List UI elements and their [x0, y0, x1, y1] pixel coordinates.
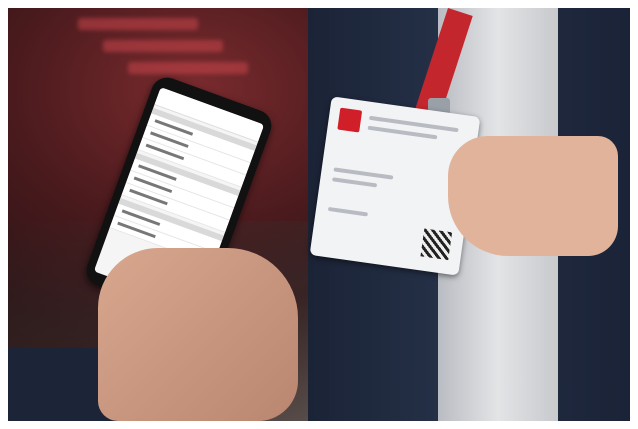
- right-hand: [448, 136, 618, 256]
- badge-text-line: [332, 177, 378, 188]
- photo: [8, 8, 630, 421]
- photo-frame: [0, 0, 638, 429]
- floor-light-stripe: [128, 62, 248, 74]
- badge-logo: [337, 107, 363, 133]
- floor-light-stripe: [103, 40, 223, 52]
- floor-light-stripe: [78, 18, 198, 30]
- badge-text-line: [327, 206, 369, 217]
- qr-code-icon: [420, 228, 453, 261]
- left-hand: [98, 248, 298, 421]
